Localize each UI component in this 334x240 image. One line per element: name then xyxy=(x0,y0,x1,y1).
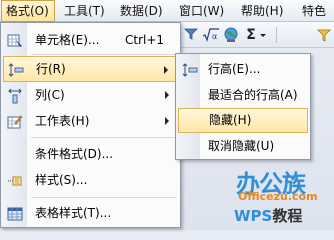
submenu-item-label: 取消隐藏(U) xyxy=(208,139,275,153)
submenu-arrow-icon xyxy=(165,117,169,125)
menu-window[interactable]: 窗口(W) xyxy=(179,0,235,22)
menu-item-label: 工作表(H) xyxy=(35,114,90,128)
submenu-item-label: 最适合的行高(A) xyxy=(208,88,298,102)
menu-item-label: 行(R) xyxy=(36,62,66,76)
menu-item-label: 单元格(E)... xyxy=(35,33,100,47)
row-height-icon xyxy=(182,62,198,78)
svg-text:α: α xyxy=(212,32,217,41)
sqrt-function-icon[interactable]: α xyxy=(202,27,220,43)
submenu-item-label: 行高(E)... xyxy=(208,62,261,76)
menu-item-shortcut: Ctrl+1 xyxy=(125,33,165,47)
menu-item-cells[interactable]: 单元格(E)... Ctrl+1 xyxy=(3,27,178,53)
separator-icon xyxy=(272,27,282,43)
menu-separator xyxy=(31,54,177,55)
table-style-icon xyxy=(7,205,23,221)
menu-separator xyxy=(31,197,177,198)
submenu-item-row-height[interactable]: 行高(E)... xyxy=(178,57,308,82)
menu-item-style[interactable]: 样式(S)... xyxy=(3,167,178,193)
style-icon xyxy=(7,172,23,188)
submenu-item-label: 隐藏(H) xyxy=(209,113,252,127)
worksheet-icon xyxy=(7,113,23,129)
watermark-brand: WPS教程 xyxy=(234,205,302,226)
menu-item-label: 条件格式(D)... xyxy=(35,147,114,161)
watermark-url: Officezu.com xyxy=(238,190,318,203)
row-submenu: 行高(E)... 最适合的行高(A) 隐藏(H) 取消隐藏(U) xyxy=(175,53,311,160)
watermark-brand-suffix: 教程 xyxy=(272,207,303,225)
menu-item-worksheet[interactable]: 工作表(H) xyxy=(3,108,178,134)
menu-special[interactable]: 特色 xyxy=(302,0,334,22)
menu-item-row[interactable]: 行(R) xyxy=(3,56,178,82)
menu-format[interactable]: 格式(O) xyxy=(1,0,55,22)
column-icon xyxy=(7,87,23,104)
menu-item-label: 样式(S)... xyxy=(35,173,88,187)
submenu-arrow-icon xyxy=(164,66,168,74)
sum-icon[interactable]: Σ xyxy=(244,27,258,43)
submenu-item-autofit-row-height[interactable]: 最适合的行高(A) xyxy=(178,83,308,108)
cell-format-icon xyxy=(7,32,23,48)
menu-item-label: 列(C) xyxy=(35,88,65,102)
toolbar: α Σ xyxy=(180,22,334,48)
submenu-item-hide[interactable]: 隐藏(H) xyxy=(178,108,308,133)
submenu-item-unhide[interactable]: 取消隐藏(U) xyxy=(178,134,308,159)
menu-bar: 格式(O) 工具(T) 数据(D) 窗口(W) 帮助(H) 特色 xyxy=(0,0,334,22)
format-menu: 单元格(E)... Ctrl+1 行(R) 列(C) 工作表(H) 条件格式(D… xyxy=(0,22,181,228)
menu-item-conditional-format[interactable]: 条件格式(D)... xyxy=(3,141,178,167)
menu-item-label: 表格样式(T)... xyxy=(35,206,112,220)
menu-item-column[interactable]: 列(C) xyxy=(3,82,178,108)
sort-icon[interactable] xyxy=(316,27,332,43)
menu-data[interactable]: 数据(D) xyxy=(120,0,172,22)
dropdown-arrow-icon[interactable] xyxy=(259,27,267,43)
filter-icon[interactable] xyxy=(184,27,198,43)
menu-tools[interactable]: 工具(T) xyxy=(64,0,114,22)
menu-separator xyxy=(31,137,177,138)
menu-help[interactable]: 帮助(H) xyxy=(241,0,293,22)
row-icon xyxy=(8,62,24,78)
watermark-brand-name: WPS xyxy=(234,207,273,225)
globe-icon[interactable] xyxy=(223,27,239,43)
submenu-arrow-icon xyxy=(165,91,169,99)
menu-item-table-style[interactable]: 表格样式(T)... xyxy=(3,200,178,226)
